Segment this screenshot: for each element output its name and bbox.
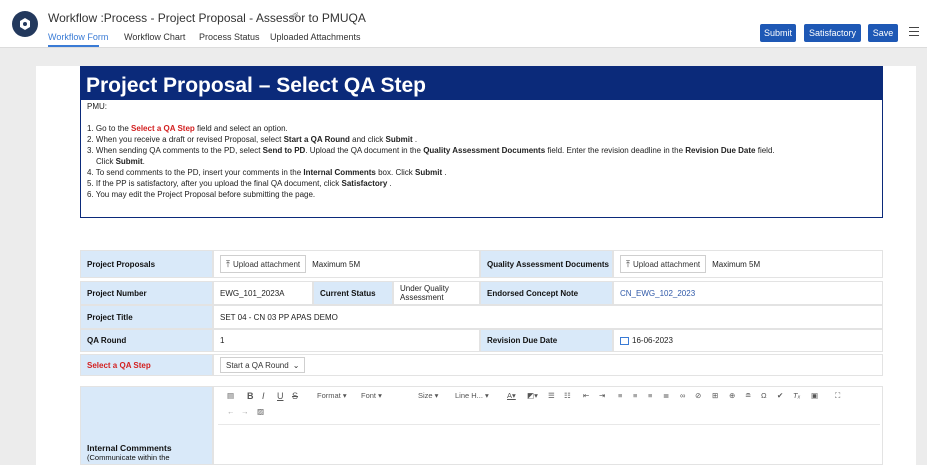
satisfactory-button[interactable]: Satisfactory <box>804 24 861 42</box>
instruction-step: 1. Go to the Select a QA Step field and … <box>87 124 288 133</box>
page-title: Project Proposal – Select QA Step <box>80 66 883 100</box>
strikethrough-icon[interactable]: S <box>292 391 298 401</box>
instruction-step: 2. When you receive a draft or revised P… <box>87 135 418 144</box>
internal-comments-label: Internal Commments (Communicate within t… <box>80 386 213 465</box>
align-center-icon[interactable]: ≡ <box>633 391 637 400</box>
paste-icon[interactable]: ▣ <box>811 391 818 400</box>
table-icon[interactable]: ⊞ <box>712 391 718 400</box>
align-right-icon[interactable]: ≡ <box>648 391 652 400</box>
endorsed-concept-note-link[interactable]: CN_EWG_102_2023 <box>620 289 695 298</box>
pencil-icon[interactable]: ✐ <box>290 10 299 23</box>
indent-icon[interactable]: ⇥ <box>599 391 605 400</box>
project-proposals-field: ⤒ Upload attachment Maximum 5M <box>213 250 480 278</box>
qa-round-label: QA Round <box>80 329 213 352</box>
remove-format-icon[interactable]: Tₓ <box>793 391 800 400</box>
tab-workflow-chart[interactable]: Workflow Chart <box>124 32 185 42</box>
bold-icon[interactable]: B <box>247 391 254 401</box>
max-size-note: Maximum 5M <box>312 259 361 269</box>
save-button[interactable]: Save <box>868 24 898 42</box>
outdent-icon[interactable]: ⇤ <box>583 391 589 400</box>
tab-process-status[interactable]: Process Status <box>199 32 260 42</box>
justify-icon[interactable]: ≣ <box>663 391 669 400</box>
undo-icon[interactable]: ← <box>227 407 235 416</box>
qa-step-field: Start a QA Round ⌄ <box>213 354 883 376</box>
unlink-icon[interactable]: ⊘ <box>695 391 701 400</box>
instruction-step: 4. To send comments to the PD, insert yo… <box>87 168 447 177</box>
project-number-label: Project Number <box>80 281 213 305</box>
qa-documents-field: ⤒ Upload attachment Maximum 5M <box>613 250 883 278</box>
project-title-label: Project Title <box>80 305 213 329</box>
format-dropdown[interactable]: Format ▾ <box>317 391 347 400</box>
submit-button[interactable]: Submit <box>760 24 796 42</box>
top-bar: Workflow :Process - Project Proposal - A… <box>0 0 927 48</box>
align-left-icon[interactable]: ≡ <box>618 391 622 400</box>
workflow-title: Workflow :Process - Project Proposal - A… <box>48 11 366 25</box>
instruction-step: 6. You may edit the Project Proposal bef… <box>87 190 316 199</box>
app-logo <box>12 11 38 37</box>
source-icon[interactable]: ▤ <box>227 391 234 400</box>
instruction-step-continued: Click Submit. <box>96 157 145 166</box>
current-status-value: Under Quality Assessment <box>393 281 480 305</box>
globe-icon[interactable]: ⊕ <box>729 391 735 400</box>
bulleted-list-icon[interactable]: ☷ <box>564 391 571 400</box>
upload-icon: ⤒ <box>626 258 630 269</box>
italic-icon[interactable]: I <box>262 391 265 401</box>
spellcheck-icon[interactable]: ✔ <box>777 391 783 400</box>
upload-project-proposals-button[interactable]: ⤒ Upload attachment <box>220 255 307 273</box>
horizontal-line-icon[interactable]: ≘ <box>745 391 751 400</box>
endorsed-concept-note-label: Endorsed Concept Note <box>480 281 613 305</box>
revision-due-date-label: Revision Due Date <box>480 329 613 352</box>
text-color-icon[interactable]: A▾ <box>507 391 516 400</box>
instructions-intro: PMU: <box>87 102 107 111</box>
instruction-step: 3. When sending QA comments to the PD, s… <box>87 146 775 155</box>
numbered-list-icon[interactable]: ☰ <box>548 391 555 400</box>
upload-icon: ⤒ <box>226 258 230 269</box>
project-title-value: SET 04 - CN 03 PP APAS DEMO <box>213 305 883 329</box>
tab-workflow-form[interactable]: Workflow Form <box>48 32 108 42</box>
editor-toolbar: ▤ B I U S Format ▾ Font ▾ Size ▾ Line H.… <box>215 391 883 421</box>
special-char-icon[interactable]: Ω <box>761 391 767 400</box>
background-color-icon[interactable]: ◩▾ <box>527 391 538 400</box>
line-height-dropdown[interactable]: Line H... ▾ <box>455 391 489 400</box>
comments-edit-area[interactable] <box>218 424 880 465</box>
project-number-value: EWG_101_2023A <box>213 281 313 305</box>
redo-icon[interactable]: → <box>241 407 249 416</box>
qa-round-value: 1 <box>213 329 480 352</box>
revision-due-date-value: 16-06-2023 <box>632 336 673 345</box>
max-size-note: Maximum 5M <box>712 259 761 269</box>
revision-due-date-field[interactable]: 16-06-2023 <box>613 329 883 352</box>
project-proposals-label: Project Proposals <box>80 250 213 278</box>
qa-step-select[interactable]: Start a QA Round ⌄ <box>220 357 306 373</box>
qa-documents-label: Quality Assessment Documents <box>480 250 613 278</box>
endorsed-concept-note-field: CN_EWG_102_2023 <box>613 281 883 305</box>
underline-icon[interactable]: U <box>277 391 284 401</box>
calendar-icon <box>620 336 629 345</box>
current-status-label: Current Status <box>313 281 393 305</box>
size-dropdown[interactable]: Size ▾ <box>418 391 438 400</box>
instruction-step: 5. If the PP is satisfactory, after you … <box>87 179 392 188</box>
image-icon[interactable]: ▨ <box>257 407 264 416</box>
font-dropdown[interactable]: Font ▾ <box>361 391 382 400</box>
upload-qa-documents-button[interactable]: ⤒ Upload attachment <box>620 255 707 273</box>
menu-icon[interactable] <box>909 24 921 38</box>
tab-uploaded-attachments[interactable]: Uploaded Attachments <box>270 32 361 42</box>
logo-icon <box>20 18 30 30</box>
fullscreen-icon[interactable]: ⛶ <box>835 391 840 401</box>
link-icon[interactable]: ∞ <box>680 391 685 400</box>
instructions-box: PMU: 1. Go to the Select a QA Step field… <box>80 100 883 218</box>
chevron-down-icon: ⌄ <box>292 360 300 370</box>
active-tab-indicator <box>48 45 99 47</box>
qa-step-label: Select a QA Step <box>80 354 213 376</box>
